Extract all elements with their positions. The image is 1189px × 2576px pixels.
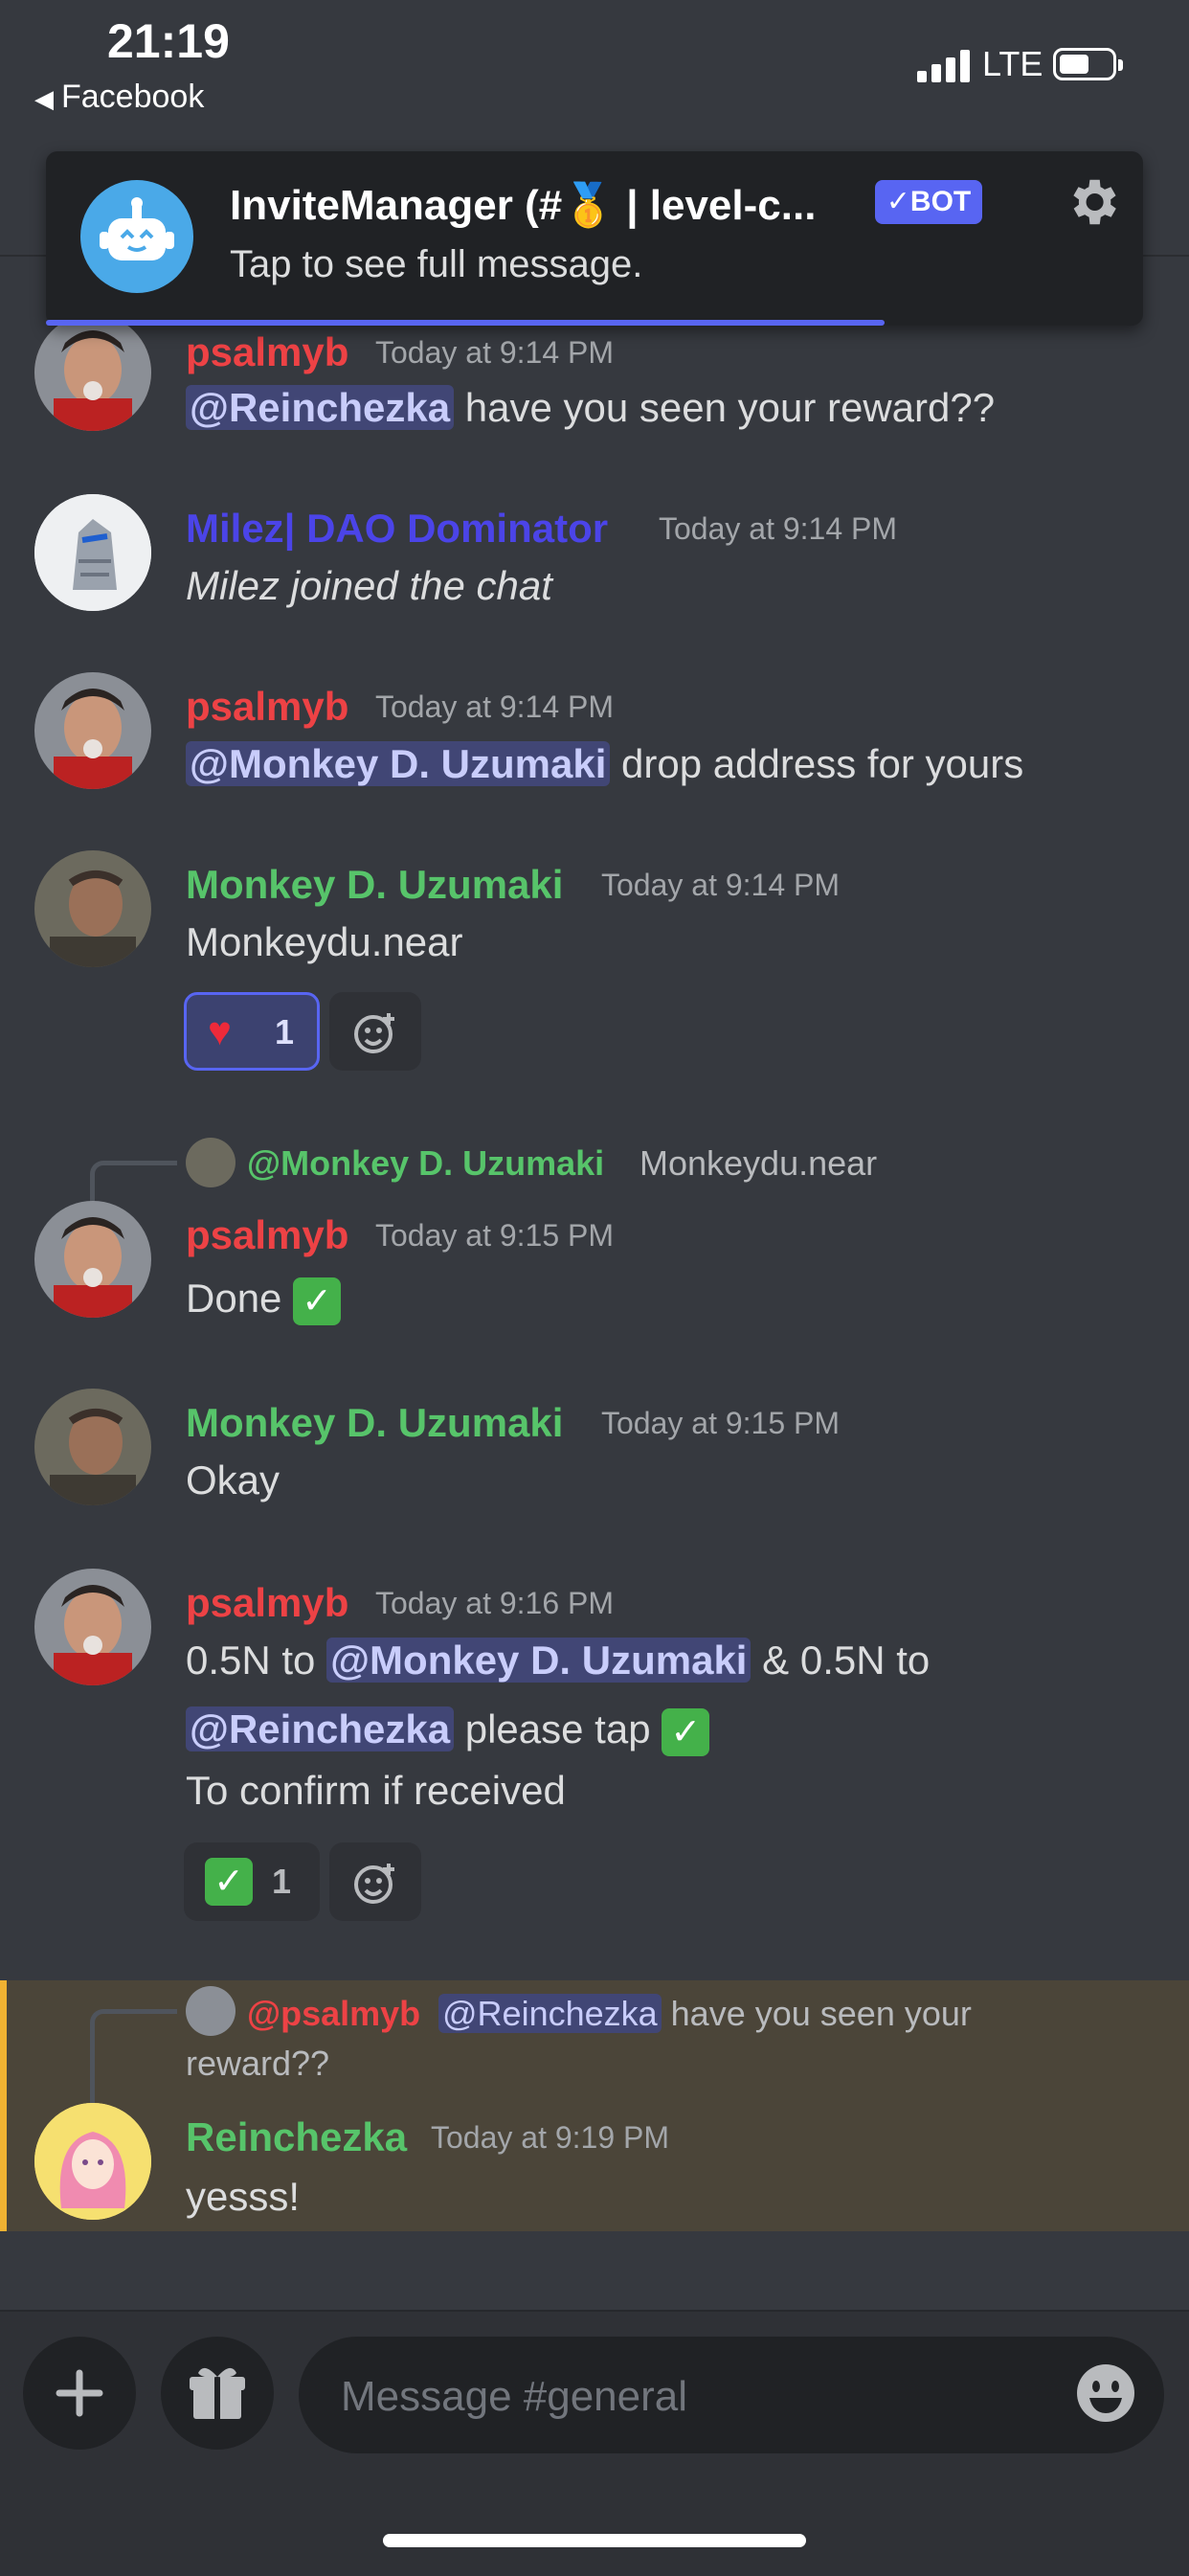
reply-preview[interactable]: @Reinchezka have you seen your (438, 1994, 972, 2034)
username[interactable]: Monkey D. Uzumaki (186, 1400, 563, 1446)
mention[interactable]: @Monkey D. Uzumaki (326, 1638, 752, 1683)
username[interactable]: psalmyb (186, 1212, 348, 1258)
mention[interactable]: @Monkey D. Uzumaki (186, 741, 611, 786)
avatar-milez[interactable] (34, 494, 151, 611)
username[interactable]: Reinchezka (186, 2114, 407, 2160)
message-placeholder: Message #general (341, 2373, 688, 2420)
add-reaction-button[interactable] (329, 1842, 421, 1921)
message-input[interactable]: Message #general (299, 2337, 1164, 2453)
back-to-app-link[interactable]: ◀ Facebook (34, 79, 204, 116)
attach-button[interactable] (23, 2337, 136, 2450)
notification-body: Tap to see full message. (230, 243, 643, 285)
timestamp: Today at 9:19 PM (431, 2120, 670, 2155)
check-mark-icon: ✓ (662, 1707, 710, 1756)
timestamp: Today at 9:15 PM (375, 1218, 615, 1253)
bot-badge: ✓BOT (875, 180, 982, 224)
robot-icon (100, 197, 174, 260)
reply-username[interactable]: @Monkey D. Uzumaki (247, 1143, 604, 1184)
reply-connector (90, 2009, 177, 2110)
reaction-count: 1 (272, 1862, 292, 1901)
message-text-line3: To confirm if received (186, 1768, 566, 1813)
avatar-psalmyb[interactable] (34, 314, 151, 431)
timestamp: Today at 9:15 PM (601, 1406, 841, 1440)
timestamp: Today at 9:14 PM (375, 689, 615, 724)
timestamp: Today at 9:14 PM (601, 868, 841, 902)
timestamp: Today at 9:14 PM (659, 511, 898, 546)
reaction-check[interactable]: ✓ 1 (184, 1842, 320, 1921)
battery-icon (1053, 48, 1123, 80)
gift-button[interactable] (161, 2337, 274, 2450)
avatar-psalmyb[interactable] (34, 672, 151, 789)
add-reaction-icon (354, 1013, 394, 1053)
username[interactable]: psalmyb (186, 1580, 348, 1626)
message-text: @Reinchezka have you seen your reward?? (186, 385, 995, 431)
check-mark-icon: ✓ (293, 1277, 342, 1325)
username[interactable]: psalmyb (186, 684, 348, 730)
reaction-count: 1 (275, 1012, 295, 1051)
avatar-reinchezka[interactable] (34, 2103, 151, 2220)
reply-username[interactable]: @psalmyb (247, 1994, 420, 2034)
clock-time: 21:19 (107, 14, 230, 68)
network-type: LTE (982, 44, 1043, 83)
username[interactable]: Monkey D. Uzumaki (186, 862, 563, 908)
add-reaction-icon (354, 1864, 394, 1904)
back-triangle-icon: ◀ (34, 84, 54, 113)
push-notification-banner[interactable]: InviteManager (#🥇 | level-c... ✓BOT Tap … (46, 151, 1143, 326)
mention[interactable]: @Reinchezka (186, 1706, 455, 1751)
emoji-icon[interactable] (1074, 2361, 1137, 2425)
system-message-text: Milez joined the chat (186, 563, 552, 608)
back-app-label: Facebook (61, 79, 205, 115)
avatar-monkey-d-uzumaki[interactable] (34, 1389, 151, 1505)
avatar-psalmyb[interactable] (34, 1569, 151, 1685)
message-text: yesss! (186, 2174, 301, 2219)
check-mark-icon: ✓ (205, 1858, 253, 1906)
timestamp: Today at 9:16 PM (375, 1586, 615, 1620)
reaction-heart[interactable]: ♥ 1 (184, 992, 320, 1071)
add-reaction-button[interactable] (329, 992, 421, 1071)
reply-preview-line2: reward?? (186, 2044, 330, 2083)
bot-avatar (80, 180, 193, 293)
gift-icon (190, 2367, 245, 2419)
mention[interactable]: @Reinchezka (438, 1994, 662, 2033)
reply-connector (90, 1161, 177, 1204)
signal-icon (917, 50, 971, 82)
message-text: @Monkey D. Uzumaki drop address for your… (186, 741, 1023, 787)
message-text: Done ✓ (186, 1276, 342, 1325)
message-text: Monkeydu.near (186, 919, 463, 964)
reply-avatar (186, 1138, 236, 1187)
heart-icon: ♥ (208, 1008, 232, 1053)
username[interactable]: Milez| DAO Dominator (186, 506, 608, 552)
reply-avatar (186, 1986, 236, 2036)
notification-title: InviteManager (#🥇 | level-c... (230, 182, 817, 229)
message-text-line1: 0.5N to @Monkey D. Uzumaki & 0.5N to (186, 1638, 931, 1683)
timestamp: Today at 9:14 PM (375, 335, 615, 370)
notification-progress-bar (46, 320, 885, 326)
username[interactable]: psalmyb (186, 329, 348, 375)
message-text: Okay (186, 1457, 280, 1503)
reply-preview[interactable]: Monkeydu.near (639, 1143, 877, 1184)
plus-icon (56, 2369, 103, 2417)
gear-icon[interactable] (1063, 172, 1122, 232)
message-text-line2: @Reinchezka please tap ✓ (186, 1706, 710, 1756)
avatar-monkey-d-uzumaki[interactable] (34, 850, 151, 967)
home-indicator (383, 2534, 806, 2547)
avatar-psalmyb[interactable] (34, 1201, 151, 1318)
mention[interactable]: @Reinchezka (186, 385, 455, 430)
mention-highlight-bar (0, 1980, 7, 2231)
